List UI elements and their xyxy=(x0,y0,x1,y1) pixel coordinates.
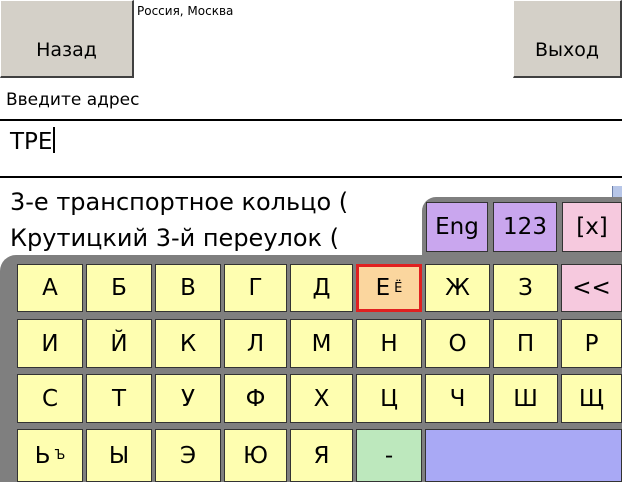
key-de[interactable]: Д xyxy=(290,264,353,312)
input-bottom-divider xyxy=(0,176,622,178)
key-ef[interactable]: Ф xyxy=(224,374,287,423)
address-input[interactable]: ТРЕ xyxy=(10,127,56,155)
key-u[interactable]: У xyxy=(155,374,221,423)
key-ya[interactable]: Я xyxy=(290,429,353,482)
mode-key-123[interactable]: 123 xyxy=(493,202,557,252)
key-short-i[interactable]: Й xyxy=(86,319,152,368)
mode-key-eng[interactable]: Eng xyxy=(426,202,488,252)
back-button[interactable]: Назад xyxy=(0,0,134,78)
key-hard-sign-alt-label: Ъ xyxy=(54,448,66,463)
key-ye[interactable]: ЕЁ xyxy=(356,264,422,312)
key-yo-alt-label: Ё xyxy=(394,280,403,296)
key-ye-label: Е xyxy=(375,275,391,301)
key-es[interactable]: С xyxy=(17,374,83,423)
back-button-label: Назад xyxy=(36,38,97,61)
key-ge[interactable]: Г xyxy=(224,264,287,312)
text-caret xyxy=(53,127,56,153)
key-sha[interactable]: Ш xyxy=(493,374,558,423)
backspace-key[interactable]: << xyxy=(561,264,622,312)
key-ka[interactable]: К xyxy=(155,319,221,368)
region-label: Россия, Москва xyxy=(137,4,234,18)
key-te[interactable]: Т xyxy=(86,374,152,423)
suggestion-item[interactable]: Крутицкий 3-й переулок ( xyxy=(10,224,339,252)
address-prompt: Введите адрес xyxy=(6,90,140,110)
key-yu[interactable]: Ю xyxy=(224,429,287,482)
exit-button-label: Выход xyxy=(534,38,600,61)
key-o[interactable]: О xyxy=(425,319,490,368)
key-er[interactable]: Р xyxy=(561,319,622,368)
suggestion-item[interactable]: 3-е транспортное кольцо ( xyxy=(10,188,348,216)
key-e[interactable]: Э xyxy=(155,429,221,482)
close-keyboard-key[interactable]: [x] xyxy=(562,202,622,252)
key-ve[interactable]: В xyxy=(155,264,221,312)
space-key[interactable] xyxy=(425,429,622,482)
key-soft-sign[interactable]: ЬЪ xyxy=(17,429,83,482)
exit-button[interactable]: Выход xyxy=(513,0,622,78)
key-el[interactable]: Л xyxy=(224,319,287,368)
key-zhe[interactable]: Ж xyxy=(425,264,490,312)
key-en[interactable]: Н xyxy=(356,319,422,368)
key-soft-sign-label: Ь xyxy=(34,442,51,469)
key-hyphen[interactable]: - xyxy=(356,429,422,482)
key-i[interactable]: И xyxy=(17,319,83,368)
key-che[interactable]: Ч xyxy=(425,374,490,423)
key-em[interactable]: М xyxy=(290,319,353,368)
address-input-value: ТРЕ xyxy=(10,129,53,155)
key-be[interactable]: Б xyxy=(86,264,152,312)
key-shcha[interactable]: Щ xyxy=(561,374,622,423)
key-yery[interactable]: Ы xyxy=(86,429,152,482)
key-ze[interactable]: З xyxy=(493,264,558,312)
key-pe[interactable]: П xyxy=(493,319,558,368)
key-ha[interactable]: Х xyxy=(290,374,353,423)
key-tse[interactable]: Ц xyxy=(356,374,422,423)
key-a[interactable]: А xyxy=(17,264,83,312)
input-top-divider xyxy=(0,119,622,121)
